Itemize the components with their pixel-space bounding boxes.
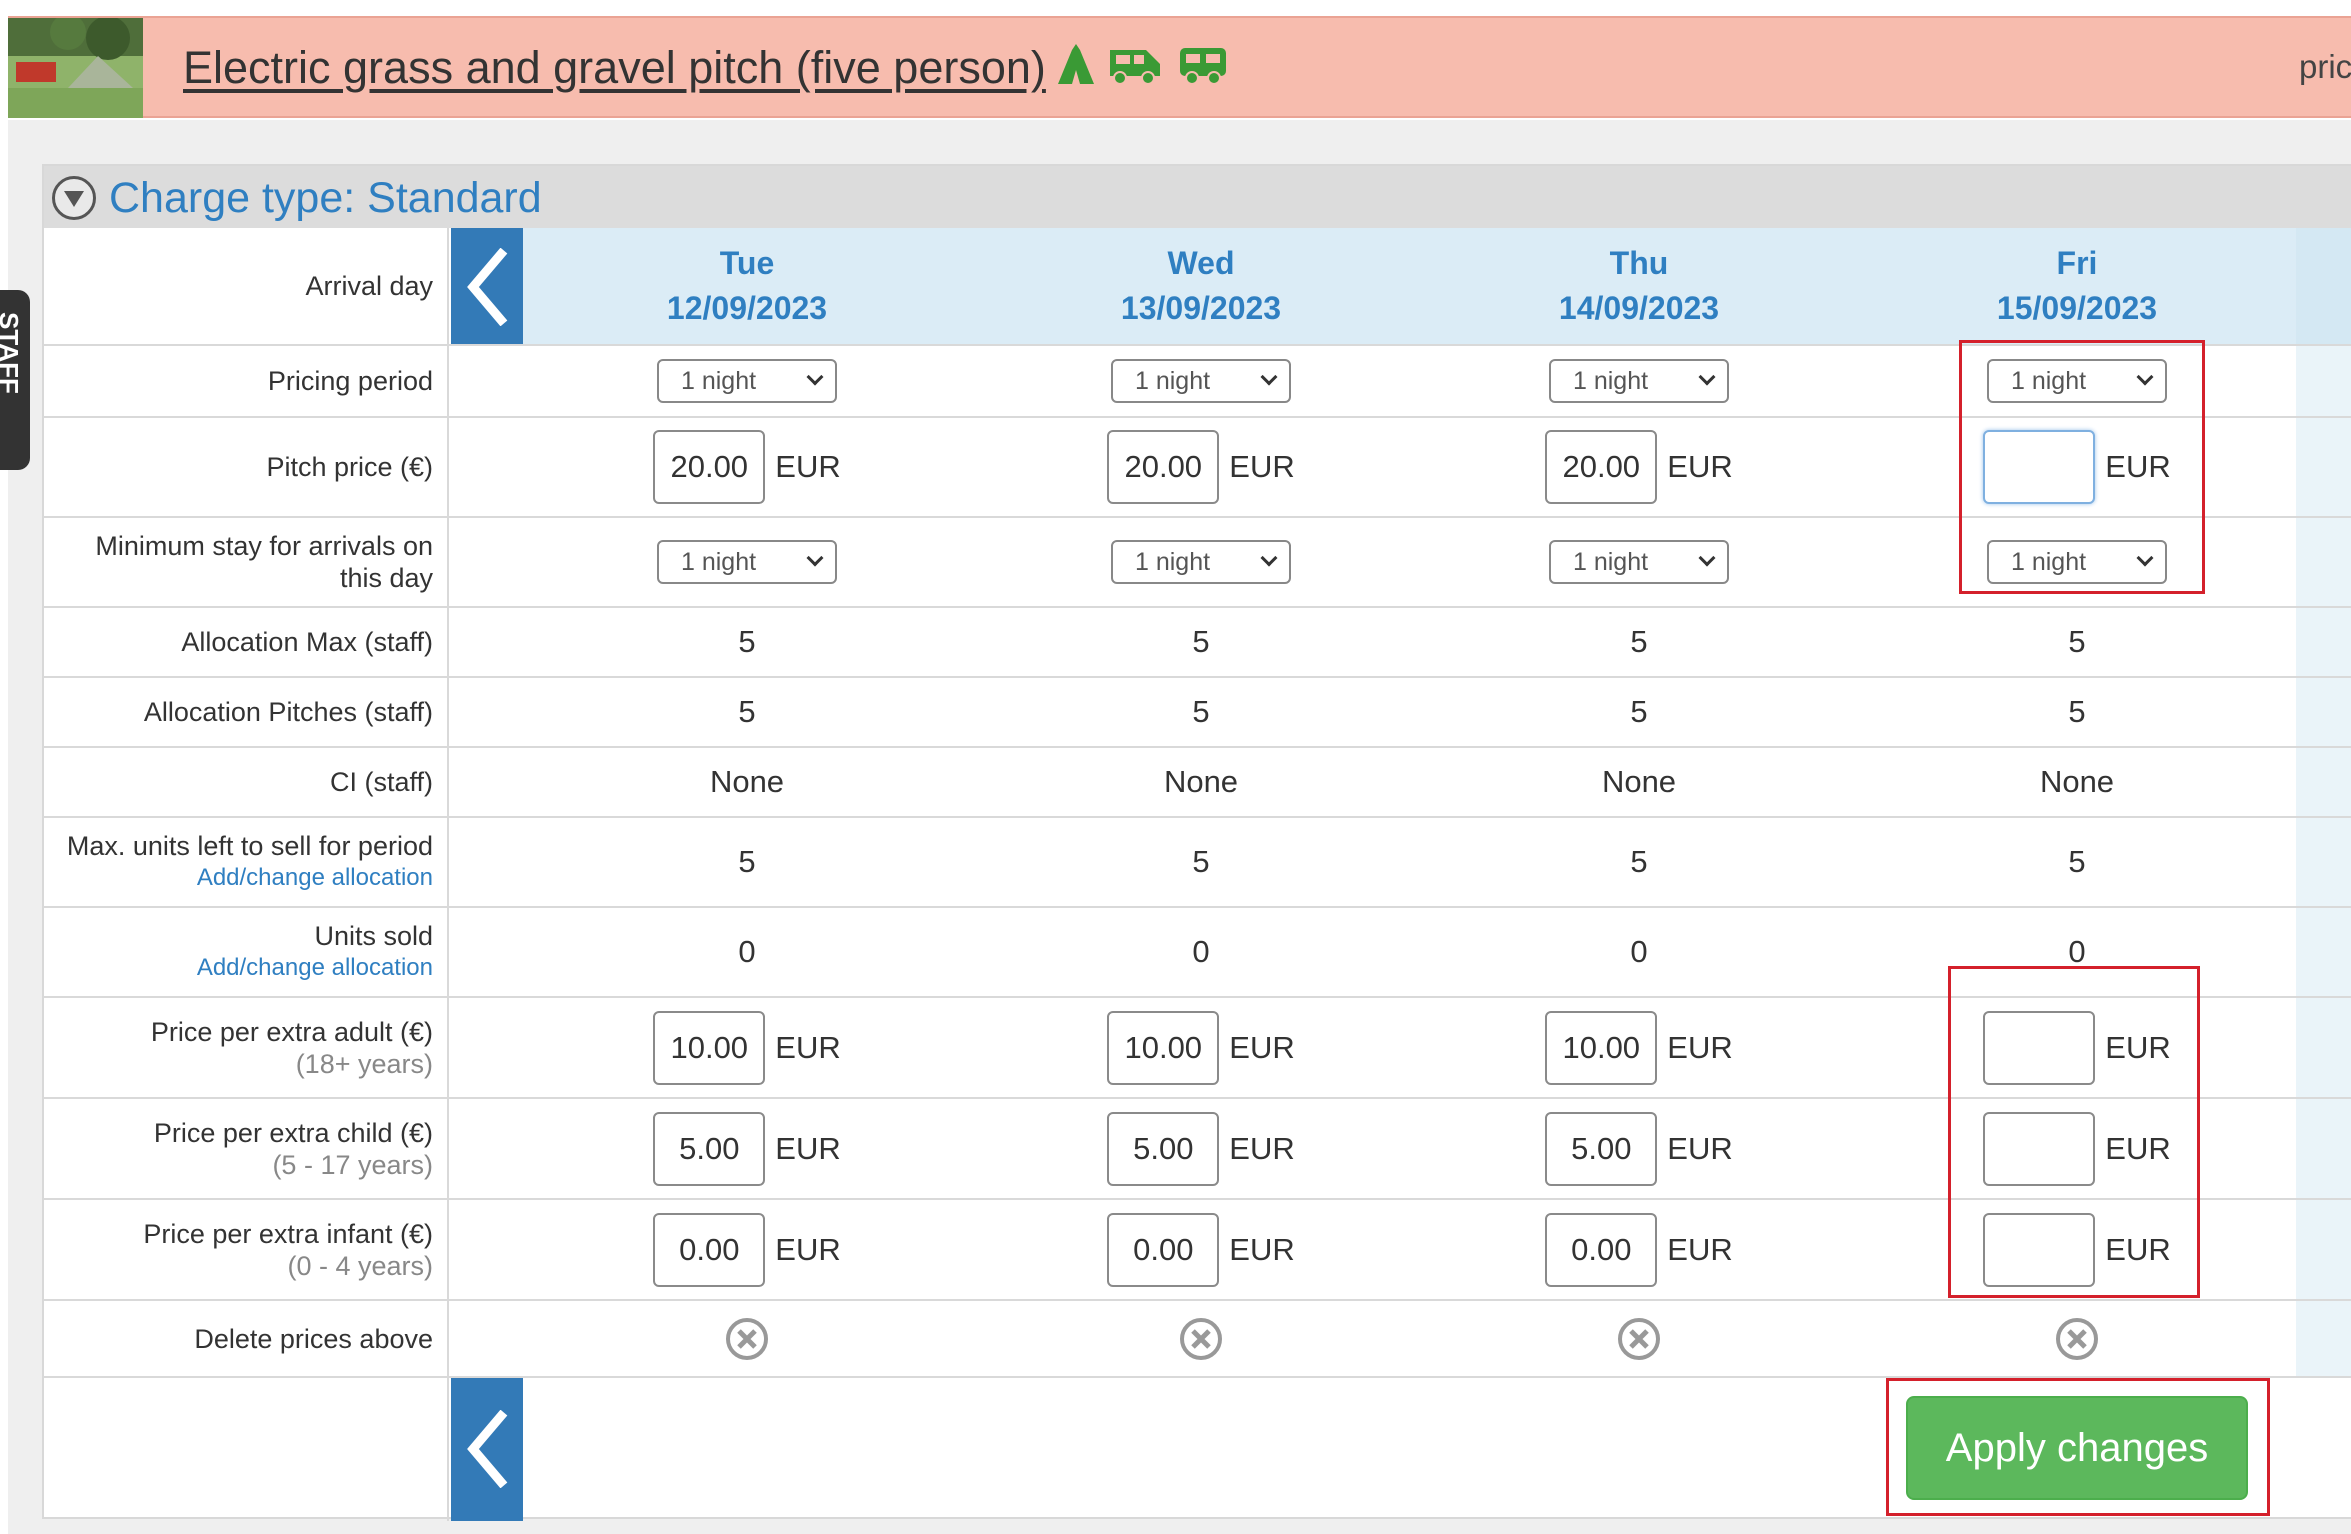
min-stay-label: Minimum stay for arrivals on this day <box>44 518 449 606</box>
extra-infant-price-input[interactable] <box>653 1212 766 1287</box>
tent-icon <box>1058 44 1094 84</box>
units-sold-value: 0 <box>1192 934 1210 969</box>
allocation-pitches-value: 5 <box>1630 694 1648 729</box>
column-strip <box>2296 1099 2351 1198</box>
ci-value: None <box>2039 764 2115 799</box>
column-strip <box>2296 608 2351 676</box>
day-header: Fri 15/09/2023 <box>1996 245 2158 326</box>
allocation-pitches-row: Allocation Pitches (staff) 5 5 5 5 <box>44 678 2351 748</box>
allocation-max-value: 5 <box>738 624 756 659</box>
previous-dates-button[interactable] <box>451 228 523 344</box>
column-strip <box>2296 518 2351 606</box>
arrival-day-row: Arrival day Tue 12/09/2023 Wed 13/09/2023 … <box>44 228 2351 346</box>
apply-changes-button[interactable]: Apply changes <box>1906 1396 2248 1500</box>
delete-circle-icon[interactable] <box>2055 1317 2099 1361</box>
caravan-icon <box>1180 48 1226 84</box>
delete-circle-icon[interactable] <box>1179 1317 1223 1361</box>
pitch-price-input[interactable] <box>653 430 766 504</box>
max-units-row: Max. units left to sell for period Add/c… <box>44 818 2351 908</box>
max-units-value: 5 <box>738 844 756 879</box>
ci-label: CI (staff) <box>44 748 449 816</box>
allocation-max-label: Allocation Max (staff) <box>44 608 449 676</box>
pricing-period-select[interactable]: 1 night <box>657 359 837 403</box>
pitch-header: Electric grass and gravel pitch (five pe… <box>8 16 2351 118</box>
price-link[interactable]: pric <box>2299 48 2351 86</box>
column-strip <box>2296 748 2351 816</box>
column-strip <box>2296 228 2351 344</box>
collapse-toggle-icon[interactable] <box>52 176 96 220</box>
column-strip <box>2296 998 2351 1097</box>
campervan-icon <box>1110 50 1160 84</box>
pitch-price-input[interactable] <box>1107 430 1220 504</box>
chevron-left-icon <box>467 248 508 326</box>
highlight-box-fri-extras <box>1948 966 2200 1298</box>
column-strip <box>2296 818 2351 906</box>
chevron-left-icon <box>467 1410 508 1488</box>
column-strip <box>2296 1301 2351 1376</box>
extra-adult-label: Price per extra adult (€) (18+ years) <box>44 998 449 1097</box>
max-units-value: 5 <box>1192 844 1210 879</box>
ci-value: None <box>1601 764 1677 799</box>
allocation-max-row: Allocation Max (staff) 5 5 5 5 <box>44 608 2351 678</box>
previous-dates-button-bottom[interactable] <box>451 1378 523 1521</box>
pricing-period-select[interactable]: 1 night <box>1111 359 1291 403</box>
extra-adult-price-input[interactable] <box>1545 1010 1658 1085</box>
ci-value: None <box>709 764 785 799</box>
pitch-thumbnail <box>8 18 143 118</box>
pitch-price-input[interactable] <box>1545 430 1658 504</box>
delete-prices-label: Delete prices above <box>44 1301 449 1376</box>
ci-value: None <box>1163 764 1239 799</box>
day-header: Tue 12/09/2023 <box>666 245 828 326</box>
extra-child-price-input[interactable] <box>1107 1111 1220 1186</box>
min-stay-select[interactable]: 1 night <box>1111 540 1291 584</box>
allocation-pitches-value: 5 <box>1192 694 1210 729</box>
staff-tab[interactable]: STAFF <box>0 290 30 470</box>
charge-type-bar[interactable]: Charge type: Standard <box>44 166 2351 228</box>
units-sold-value: 0 <box>1630 934 1648 969</box>
max-units-value: 5 <box>1630 844 1648 879</box>
column-strip <box>2296 1200 2351 1299</box>
column-strip <box>2296 418 2351 516</box>
pitch-price-label: Pitch price (€) <box>44 418 449 516</box>
extra-child-price-input[interactable] <box>1545 1111 1658 1186</box>
delete-circle-icon[interactable] <box>725 1317 769 1361</box>
extra-infant-label: Price per extra infant (€) (0 - 4 years) <box>44 1200 449 1299</box>
delete-circle-icon[interactable] <box>1617 1317 1661 1361</box>
ci-row: CI (staff) None None None None <box>44 748 2351 818</box>
extra-adult-price-input[interactable] <box>1107 1010 1220 1085</box>
extra-adult-price-input[interactable] <box>653 1010 766 1085</box>
allocation-pitches-value: 5 <box>738 694 756 729</box>
charge-type-title: Charge type: Standard <box>109 174 542 222</box>
arrival-day-label: Arrival day <box>44 228 449 344</box>
pricing-period-select[interactable]: 1 night <box>1549 359 1729 403</box>
allocation-pitches-value: 5 <box>2068 694 2086 729</box>
units-sold-label: Units sold Add/change allocation <box>44 908 449 996</box>
highlight-box-fri-top <box>1959 340 2205 594</box>
allocation-max-value: 5 <box>1192 624 1210 659</box>
allocation-pitches-label: Allocation Pitches (staff) <box>44 678 449 746</box>
max-units-value: 5 <box>2068 844 2086 879</box>
add-change-allocation-link[interactable]: Add/change allocation <box>44 952 433 984</box>
min-stay-select[interactable]: 1 night <box>657 540 837 584</box>
allocation-max-value: 5 <box>2068 624 2086 659</box>
extra-child-price-input[interactable] <box>653 1111 766 1186</box>
min-stay-select[interactable]: 1 night <box>1549 540 1729 584</box>
extra-infant-price-input[interactable] <box>1107 1212 1220 1287</box>
column-strip <box>2296 678 2351 746</box>
pricing-period-label: Pricing period <box>44 346 449 416</box>
delete-prices-row: Delete prices above <box>44 1301 2351 1378</box>
max-units-label: Max. units left to sell for period Add/c… <box>44 818 449 906</box>
day-header: Wed 13/09/2023 <box>1120 245 1282 326</box>
extra-infant-price-input[interactable] <box>1545 1212 1658 1287</box>
units-sold-value: 0 <box>738 934 756 969</box>
extra-child-label: Price per extra child (€) (5 - 17 years) <box>44 1099 449 1198</box>
day-header: Thu 14/09/2023 <box>1558 245 1720 326</box>
add-change-allocation-link[interactable]: Add/change allocation <box>44 862 433 894</box>
column-strip <box>2296 908 2351 996</box>
allocation-max-value: 5 <box>1630 624 1648 659</box>
column-strip <box>2296 346 2351 416</box>
pitch-title-link[interactable]: Electric grass and gravel pitch (five pe… <box>183 42 1046 94</box>
